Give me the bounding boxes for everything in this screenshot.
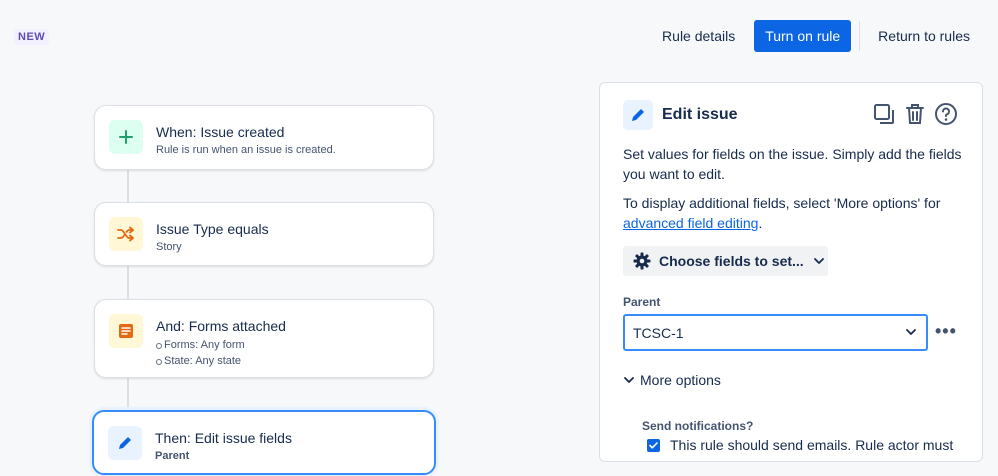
more-options-toggle[interactable]: More options (624, 372, 721, 388)
pencil-icon (623, 100, 653, 130)
condition-node-issue-type[interactable]: Issue Type equals Story (94, 202, 434, 266)
flow-connector (127, 378, 129, 410)
help-icon[interactable] (934, 102, 958, 126)
header-divider (859, 21, 861, 51)
advanced-field-editing-link[interactable]: advanced field editing (623, 215, 758, 231)
parent-field-label: Parent (623, 295, 661, 309)
shuffle-icon (109, 217, 143, 251)
send-notifications-label: Send notifications? (642, 419, 754, 433)
trigger-node[interactable]: When: Issue created Rule is run when an … (94, 105, 434, 170)
new-badge: NEW (14, 29, 50, 45)
panel-display-hint: To display additional fields, select 'Mo… (623, 193, 962, 233)
flow-connector (127, 266, 129, 299)
panel-tools (865, 102, 958, 126)
header-actions: Rule details Turn on rule Return to rule… (652, 20, 980, 52)
flow-connector (127, 170, 129, 202)
node-title: Issue Type equals (156, 221, 269, 237)
gear-icon (633, 252, 651, 270)
parent-select[interactable]: TCSC-1 (623, 314, 928, 351)
pencil-icon (108, 426, 142, 460)
node-subtitle: Story (156, 241, 182, 253)
rule-details-button[interactable]: Rule details (652, 20, 745, 52)
turn-on-rule-button[interactable]: Turn on rule (754, 20, 852, 52)
list-item: Forms: Any form (156, 337, 286, 353)
send-notifications-text: This rule should send emails. Rule actor… (670, 437, 954, 453)
plus-icon (109, 120, 143, 154)
display-hint-suffix: . (758, 215, 763, 231)
form-icon (109, 314, 143, 348)
parent-select-value: TCSC-1 (633, 324, 684, 341)
return-to-rules-button[interactable]: Return to rules (868, 20, 980, 52)
node-title: And: Forms attached (156, 318, 286, 334)
choose-fields-label: Choose fields to set... (659, 253, 804, 269)
condition-node-forms-attached[interactable]: And: Forms attached Forms: Any form Stat… (94, 299, 434, 378)
trash-icon[interactable] (903, 102, 927, 126)
more-options-label: More options (640, 372, 721, 388)
action-node-edit-issue[interactable]: Then: Edit issue fields Parent (92, 410, 436, 475)
choose-fields-button[interactable]: Choose fields to set... (623, 246, 828, 276)
send-notifications-checkbox[interactable] (647, 438, 660, 452)
panel-description: Set values for fields on the issue. Simp… (623, 146, 962, 182)
node-detail-list: Forms: Any form State: Any state (156, 337, 286, 369)
field-more-actions-button[interactable]: ••• (935, 321, 957, 342)
panel-header: Edit issue (623, 100, 738, 130)
copy-icon[interactable] (872, 102, 896, 126)
node-subtitle: Rule is run when an issue is created. (156, 144, 336, 156)
chevron-down-icon (906, 329, 916, 336)
list-item: State: Any state (156, 353, 286, 369)
node-title: When: Issue created (156, 124, 285, 140)
panel-title: Edit issue (662, 106, 738, 123)
chevron-down-icon (624, 376, 634, 384)
node-title: Then: Edit issue fields (155, 430, 292, 446)
node-subtitle: Parent (155, 450, 190, 462)
chevron-down-icon (813, 257, 824, 265)
display-hint-text: To display additional fields, select 'Mo… (623, 195, 941, 211)
edit-issue-panel: Edit issue Set values for fields on the … (599, 82, 983, 462)
send-notifications-row: This rule should send emails. Rule actor… (647, 437, 953, 453)
